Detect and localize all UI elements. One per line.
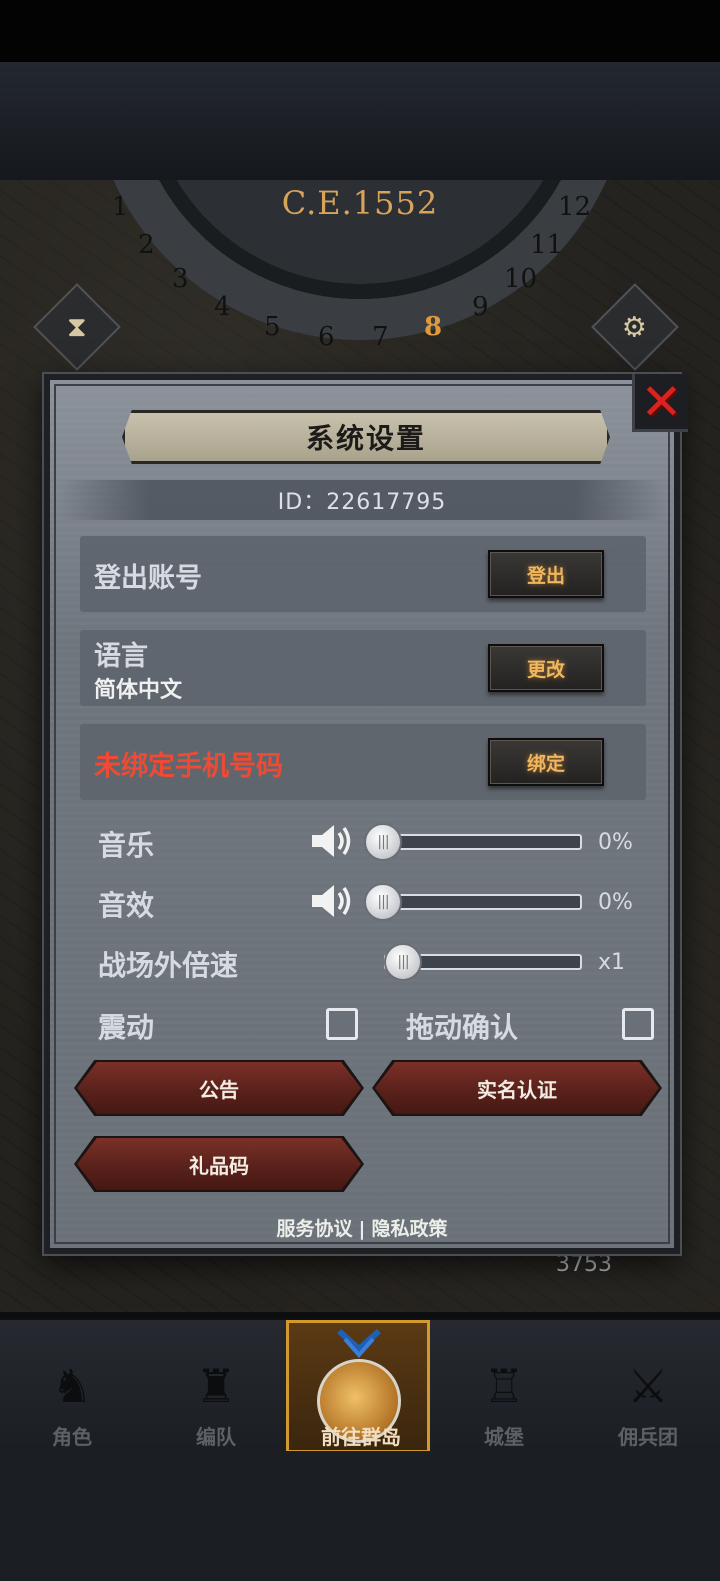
phone-binding-row: 未绑定手机号码 绑定 bbox=[80, 724, 646, 800]
nav-item-formation[interactable]: ♜ 编队 bbox=[144, 1320, 288, 1453]
clock-number-4: 4 bbox=[214, 292, 231, 322]
player-id-band: ID：22617795 bbox=[58, 480, 666, 520]
music-slider-knob[interactable]: ||| bbox=[364, 823, 402, 861]
clock-number-10: 10 bbox=[504, 264, 538, 294]
resource-count: 3753 bbox=[556, 1252, 612, 1277]
battle-speed-value: x1 bbox=[598, 950, 626, 975]
bind-phone-button[interactable]: 绑定 bbox=[488, 738, 604, 786]
dialog-title-plate: 系统设置 bbox=[122, 410, 610, 464]
gear-icon: ⚙ bbox=[622, 310, 648, 344]
phone-unbound-label: 未绑定手机号码 bbox=[94, 751, 283, 782]
top-banner bbox=[0, 62, 720, 180]
change-language-button-label: 更改 bbox=[526, 658, 565, 681]
close-x-icon: ✕ bbox=[640, 372, 683, 431]
clock-number-7: 7 bbox=[372, 322, 389, 352]
sound-effects-value: 0% bbox=[598, 890, 633, 915]
drag-confirm-checkbox[interactable] bbox=[622, 1008, 654, 1040]
nav-item-castle[interactable]: ♖ 城堡 bbox=[432, 1320, 576, 1453]
knight-helmet-icon: ♞ bbox=[51, 1359, 93, 1413]
clock-number-12: 12 bbox=[558, 192, 592, 222]
sound-effects-speaker-icon[interactable] bbox=[310, 883, 354, 919]
clock-number-9: 9 bbox=[472, 292, 489, 322]
clock-number-5: 5 bbox=[264, 312, 281, 342]
drag-confirm-label: 拖动确认 bbox=[406, 1011, 519, 1044]
hourglass-icon: ⧗ bbox=[67, 310, 87, 343]
formation-icon: ♜ bbox=[195, 1359, 237, 1413]
nav-label-castle: 城堡 bbox=[484, 1425, 524, 1449]
announcement-button-label: 公告 bbox=[199, 1077, 239, 1102]
real-name-verification-button[interactable]: 实名认证 bbox=[375, 1062, 659, 1114]
music-value: 0% bbox=[598, 830, 633, 855]
nav-label-character: 角色 bbox=[52, 1425, 92, 1449]
nav-label-islands: 前往群岛 bbox=[321, 1425, 401, 1449]
battle-speed-label: 战场外倍速 bbox=[98, 949, 239, 982]
nav-item-islands[interactable]: 前往群岛 bbox=[286, 1320, 430, 1453]
music-label: 音乐 bbox=[98, 829, 155, 862]
nav-label-mercenary: 佣兵团 bbox=[618, 1425, 678, 1449]
sound-effects-label: 音效 bbox=[98, 889, 155, 922]
status-bar-area bbox=[0, 0, 720, 62]
system-settings-dialog: 系统设置 ✕ ID：22617795 登出账号 登出 语言 简体中文 更改 未绑… bbox=[44, 374, 688, 1254]
dialog-title: 系统设置 bbox=[305, 422, 426, 455]
gift-code-button[interactable]: 礼品码 bbox=[77, 1138, 361, 1190]
logout-label: 登出账号 bbox=[94, 563, 202, 594]
language-value: 简体中文 bbox=[94, 678, 183, 703]
clock-number-3: 3 bbox=[172, 264, 189, 294]
close-button[interactable]: ✕ bbox=[632, 374, 688, 432]
era-clock: C.E.1552 1 2 3 4 5 6 7 8 9 10 11 12 bbox=[80, 180, 640, 380]
battle-speed-slider-knob[interactable]: ||| bbox=[384, 943, 422, 981]
castle-icon: ♖ bbox=[483, 1359, 525, 1413]
privacy-policy-link[interactable]: 隐私政策 bbox=[371, 1218, 447, 1240]
clock-number-2: 2 bbox=[138, 230, 155, 260]
bottom-nav: ♞ 角色 ♜ 编队 前往群岛 ♖ 城堡 ⚔ 佣兵团 bbox=[0, 1318, 720, 1453]
clock-number-11: 11 bbox=[530, 230, 564, 260]
bind-phone-button-label: 绑定 bbox=[526, 752, 565, 775]
vibration-label: 震动 bbox=[98, 1011, 155, 1044]
language-label: 语言 bbox=[94, 641, 148, 672]
footer-separator: | bbox=[358, 1218, 366, 1240]
player-id: ID：22617795 bbox=[277, 490, 447, 515]
clock-number-1: 1 bbox=[112, 192, 129, 222]
nav-item-mercenary[interactable]: ⚔ 佣兵团 bbox=[576, 1320, 720, 1453]
footer-links: 服务协议 | 隐私政策 bbox=[50, 1214, 674, 1241]
logout-button[interactable]: 登出 bbox=[488, 550, 604, 598]
logout-button-label: 登出 bbox=[526, 564, 565, 587]
vibration-checkbox[interactable] bbox=[326, 1008, 358, 1040]
clock-number-6: 6 bbox=[318, 322, 335, 352]
nav-item-character[interactable]: ♞ 角色 bbox=[0, 1320, 144, 1453]
gift-code-button-label: 礼品码 bbox=[189, 1153, 249, 1178]
announcement-button[interactable]: 公告 bbox=[77, 1062, 361, 1114]
bottom-bar bbox=[0, 1451, 720, 1581]
logout-row: 登出账号 登出 bbox=[80, 536, 646, 612]
language-row: 语言 简体中文 更改 bbox=[80, 630, 646, 706]
nav-label-formation: 编队 bbox=[196, 1425, 236, 1449]
real-name-button-label: 实名认证 bbox=[477, 1077, 557, 1102]
chevron-down-icon bbox=[336, 1328, 382, 1359]
terms-of-service-link[interactable]: 服务协议 bbox=[277, 1218, 353, 1240]
change-language-button[interactable]: 更改 bbox=[488, 644, 604, 692]
clock-number-8: 8 bbox=[424, 312, 443, 342]
music-speaker-icon[interactable] bbox=[310, 823, 354, 859]
sound-effects-slider-knob[interactable]: ||| bbox=[364, 883, 402, 921]
era-label: C.E.1552 bbox=[281, 184, 439, 222]
mercenary-icon: ⚔ bbox=[627, 1359, 669, 1413]
